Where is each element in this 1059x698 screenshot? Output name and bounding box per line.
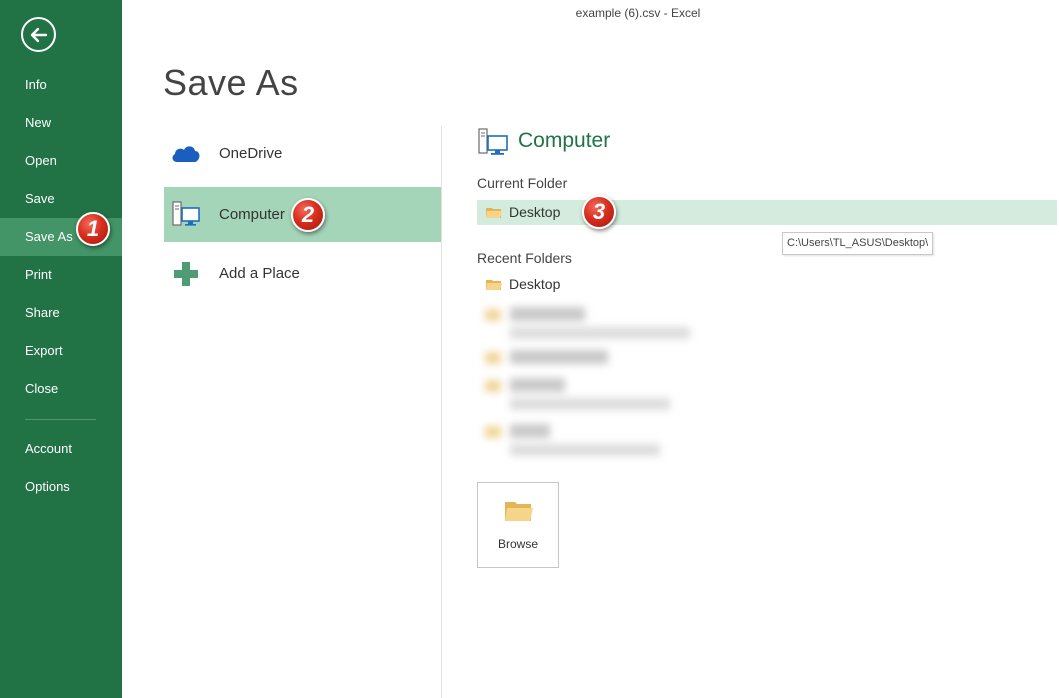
browse-label: Browse	[497, 537, 538, 551]
place-label: Add a Place	[219, 265, 300, 282]
nav-open[interactable]: Open	[0, 142, 122, 180]
nav-divider	[25, 419, 96, 420]
step-badge-1: 1	[76, 212, 110, 246]
folder-open-icon	[505, 502, 533, 521]
nav-close[interactable]: Close	[0, 370, 122, 408]
backstage-sidebar: Info New Open Save Save As Print Share E…	[0, 0, 122, 698]
nav-account[interactable]: Account	[0, 430, 122, 468]
folder-icon	[486, 280, 502, 290]
recent-folders-label: Recent Folders	[477, 250, 572, 266]
window-title: example (6).csv - Excel	[575, 6, 701, 20]
place-label: Computer	[219, 206, 285, 223]
folder-icon	[486, 208, 502, 218]
detail-title: Computer	[518, 129, 611, 152]
place-add-a-place[interactable]: Add a Place	[164, 246, 441, 301]
nav-save[interactable]: Save	[0, 180, 122, 218]
recent-folder-item[interactable]: Desktop	[477, 272, 1057, 297]
place-label: OneDrive	[219, 145, 283, 162]
current-folder-label: Current Folder	[477, 175, 568, 191]
cloud-icon	[172, 146, 200, 162]
folder-name: Desktop	[509, 204, 561, 220]
nav-print[interactable]: Print	[0, 256, 122, 294]
computer-icon	[172, 201, 200, 226]
nav-share[interactable]: Share	[0, 294, 122, 332]
plus-icon	[174, 262, 198, 286]
browse-button[interactable]: Browse	[477, 482, 559, 568]
current-folder-item[interactable]: Desktop	[477, 200, 1057, 225]
nav-info[interactable]: Info	[0, 66, 122, 104]
folder-path-tooltip: C:\Users\TL_ASUS\Desktop\	[782, 232, 934, 255]
step-badge-2: 2	[291, 198, 325, 232]
recent-folder-item-redacted[interactable]	[480, 424, 700, 464]
column-divider	[441, 126, 442, 698]
back-arrow-icon	[30, 27, 48, 43]
folder-name: Desktop	[509, 276, 561, 292]
nav-options[interactable]: Options	[0, 468, 122, 506]
nav-new[interactable]: New	[0, 104, 122, 142]
excel-backstage-window: Info New Open Save Save As Print Share E…	[0, 0, 1059, 698]
recent-folder-item-redacted[interactable]	[480, 378, 700, 418]
back-button[interactable]	[21, 17, 56, 52]
page-title: Save As	[163, 62, 299, 103]
recent-folder-item-redacted[interactable]	[480, 307, 700, 347]
step-badge-3: 3	[582, 195, 616, 229]
place-onedrive[interactable]: OneDrive	[164, 126, 441, 181]
computer-icon	[478, 128, 508, 155]
nav-export[interactable]: Export	[0, 332, 122, 370]
